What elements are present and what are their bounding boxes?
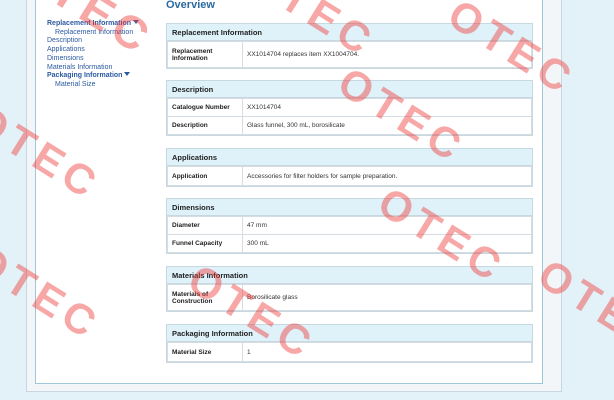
row-label: Material Size (167, 342, 243, 362)
sidebar-item-dimensions[interactable]: Dimensions (47, 55, 157, 64)
row-value: Glass funnel, 300 mL, borosilicate (242, 116, 532, 135)
sidebar-item-label: Dimensions (47, 54, 84, 62)
section-header: Applications (167, 149, 532, 166)
table-row: Material Size 1 (167, 342, 532, 362)
info-table: Replacement Information XX1014704 replac… (167, 41, 532, 68)
row-value: Accessories for filter holders for sampl… (242, 166, 532, 186)
info-table: Diameter 47 mm Funnel Capacity 300 mL (167, 216, 532, 253)
sidebar-item-packaging-information[interactable]: Packaging Information (47, 72, 157, 81)
info-table: Application Accessories for filter holde… (167, 166, 532, 186)
row-value: XX1014704 replaces item XX1004704. (242, 41, 532, 68)
info-table: Catalogue Number XX1014704 Description G… (167, 98, 532, 135)
row-value: XX1014704 (242, 98, 532, 117)
section-materials-information: Materials Information Materials of Const… (166, 266, 533, 312)
sidebar-item-label: Applications (47, 46, 85, 54)
info-table: Materials of Construction Borosilicate g… (167, 284, 532, 311)
row-label: Diameter (167, 216, 243, 235)
section-header: Dimensions (167, 199, 532, 216)
sidebar-item-description[interactable]: Description (47, 37, 157, 46)
row-value: 47 mm (242, 216, 532, 235)
row-label: Catalogue Number (167, 98, 243, 117)
section-header: Materials Information (167, 267, 532, 284)
sidebar-subitem-material-size[interactable]: Material Size (47, 81, 157, 90)
row-label: Materials of Construction (167, 284, 243, 311)
row-value: Borosilicate glass (242, 284, 532, 311)
row-label: Replacement Information (167, 41, 243, 68)
table-row: Description Glass funnel, 300 mL, borosi… (167, 116, 532, 135)
info-table: Material Size 1 (167, 342, 532, 362)
table-row: Materials of Construction Borosilicate g… (167, 284, 532, 311)
section-header: Packaging Information (167, 325, 532, 342)
sidebar-item-label: Replacement Information (55, 28, 134, 36)
sidebar-item-label: Replacement Information (47, 20, 132, 27)
row-label: Description (167, 116, 243, 135)
page-title: Overview (166, 0, 215, 11)
caret-down-icon (124, 72, 131, 77)
sidebar-item-replacement-information[interactable]: Replacement Information (47, 20, 157, 29)
sidebar-item-label: Material Size (55, 80, 96, 88)
section-replacement-information: Replacement Information Replacement Info… (166, 23, 533, 69)
table-row: Replacement Information XX1014704 replac… (167, 41, 532, 68)
sidebar-item-materials-information[interactable]: Materials Information (47, 64, 157, 73)
section-packaging-information: Packaging Information Material Size 1 (166, 324, 533, 363)
table-row: Funnel Capacity 300 mL (167, 234, 532, 253)
section-description: Description Catalogue Number XX1014704 D… (166, 80, 533, 136)
sidebar-item-label: Packaging Information (47, 72, 123, 80)
section-header: Replacement Information (167, 24, 532, 41)
row-label: Funnel Capacity (167, 234, 243, 253)
sidebar-item-applications[interactable]: Applications (47, 46, 157, 55)
sidebar-item-label: Materials Information (47, 63, 113, 71)
row-value: 1 (242, 342, 532, 362)
table-row: Catalogue Number XX1014704 (167, 98, 532, 117)
sidebar-nav: Replacement Information Replacement Info… (47, 20, 157, 90)
caret-down-icon (133, 20, 140, 24)
row-label: Application (167, 166, 243, 186)
section-dimensions: Dimensions Diameter 47 mm Funnel Capacit… (166, 198, 533, 254)
sidebar-item-label: Description (47, 37, 83, 45)
section-applications: Applications Application Accessories for… (166, 148, 533, 187)
table-row: Application Accessories for filter holde… (167, 166, 532, 186)
sidebar-subitem-replacement-information[interactable]: Replacement Information (47, 29, 157, 38)
table-row: Diameter 47 mm (167, 216, 532, 235)
row-value: 300 mL (242, 234, 532, 253)
section-header: Description (167, 81, 532, 98)
